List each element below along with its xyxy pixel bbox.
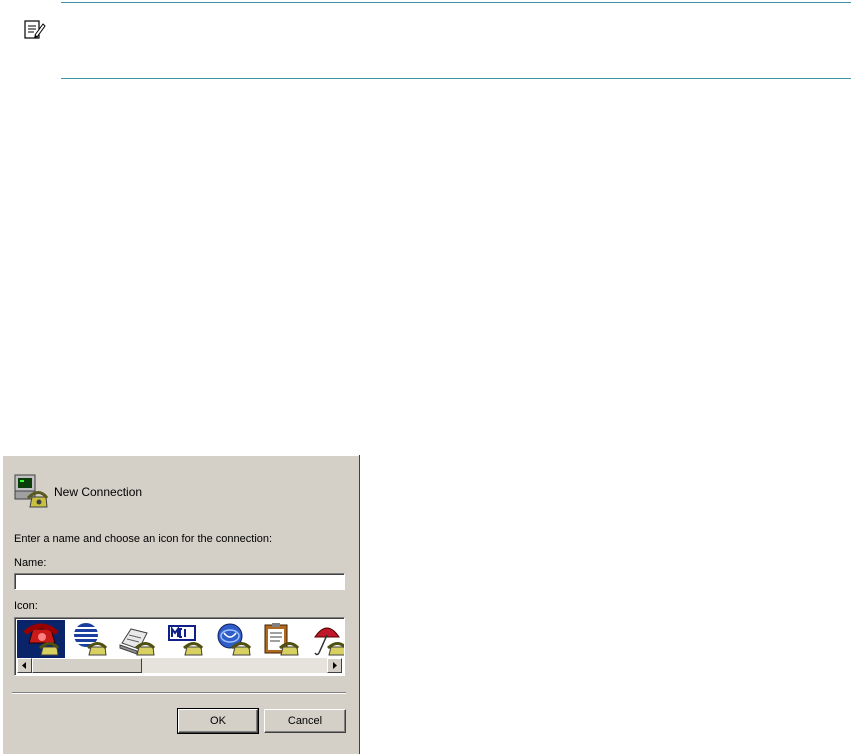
clipboard-telephone-icon xyxy=(264,623,300,656)
scroll-right-button[interactable] xyxy=(327,658,342,673)
instruction-text: Enter a name and choose an icon for the … xyxy=(14,533,273,545)
icon-option-red-telephone[interactable] xyxy=(17,620,65,658)
icon-option-clipboard-telephone[interactable] xyxy=(257,620,305,658)
umbrella-telephone-icon xyxy=(314,627,344,656)
icon-row xyxy=(17,620,344,658)
connection-icon xyxy=(14,474,48,508)
icon-option-mci-telephone[interactable] xyxy=(161,620,209,658)
dialog-title: New Connection xyxy=(54,485,143,499)
note-icon xyxy=(24,20,46,39)
horizontal-scrollbar[interactable] xyxy=(17,658,342,673)
red-telephone-icon xyxy=(23,623,60,656)
separator xyxy=(12,692,346,694)
globe-telephone-icon xyxy=(74,623,108,656)
ok-button[interactable]: OK xyxy=(177,708,259,734)
name-input[interactable] xyxy=(14,573,345,590)
arrow-right-icon xyxy=(333,662,337,669)
fax-telephone-icon xyxy=(119,628,156,656)
icon-option-umbrella-telephone[interactable] xyxy=(305,620,344,658)
icon-option-blue-globe-telephone[interactable] xyxy=(209,620,257,658)
new-connection-dialog: New Connection Enter a name and choose a… xyxy=(2,455,359,754)
blue-globe-telephone-icon xyxy=(217,623,252,656)
icon-option-fax-telephone[interactable] xyxy=(113,620,161,658)
name-label: Name: xyxy=(14,557,47,569)
mci-telephone-icon xyxy=(168,625,204,656)
cancel-button[interactable]: Cancel xyxy=(264,709,346,733)
icon-option-globe-telephone[interactable] xyxy=(65,620,113,658)
scroll-thumb[interactable] xyxy=(32,658,142,673)
icon-label: Icon: xyxy=(14,600,38,612)
scroll-left-button[interactable] xyxy=(17,658,32,673)
note-rule-bottom xyxy=(61,78,851,79)
arrow-left-icon xyxy=(22,662,26,669)
note-rule-top xyxy=(61,2,851,3)
icon-list[interactable] xyxy=(14,617,345,676)
